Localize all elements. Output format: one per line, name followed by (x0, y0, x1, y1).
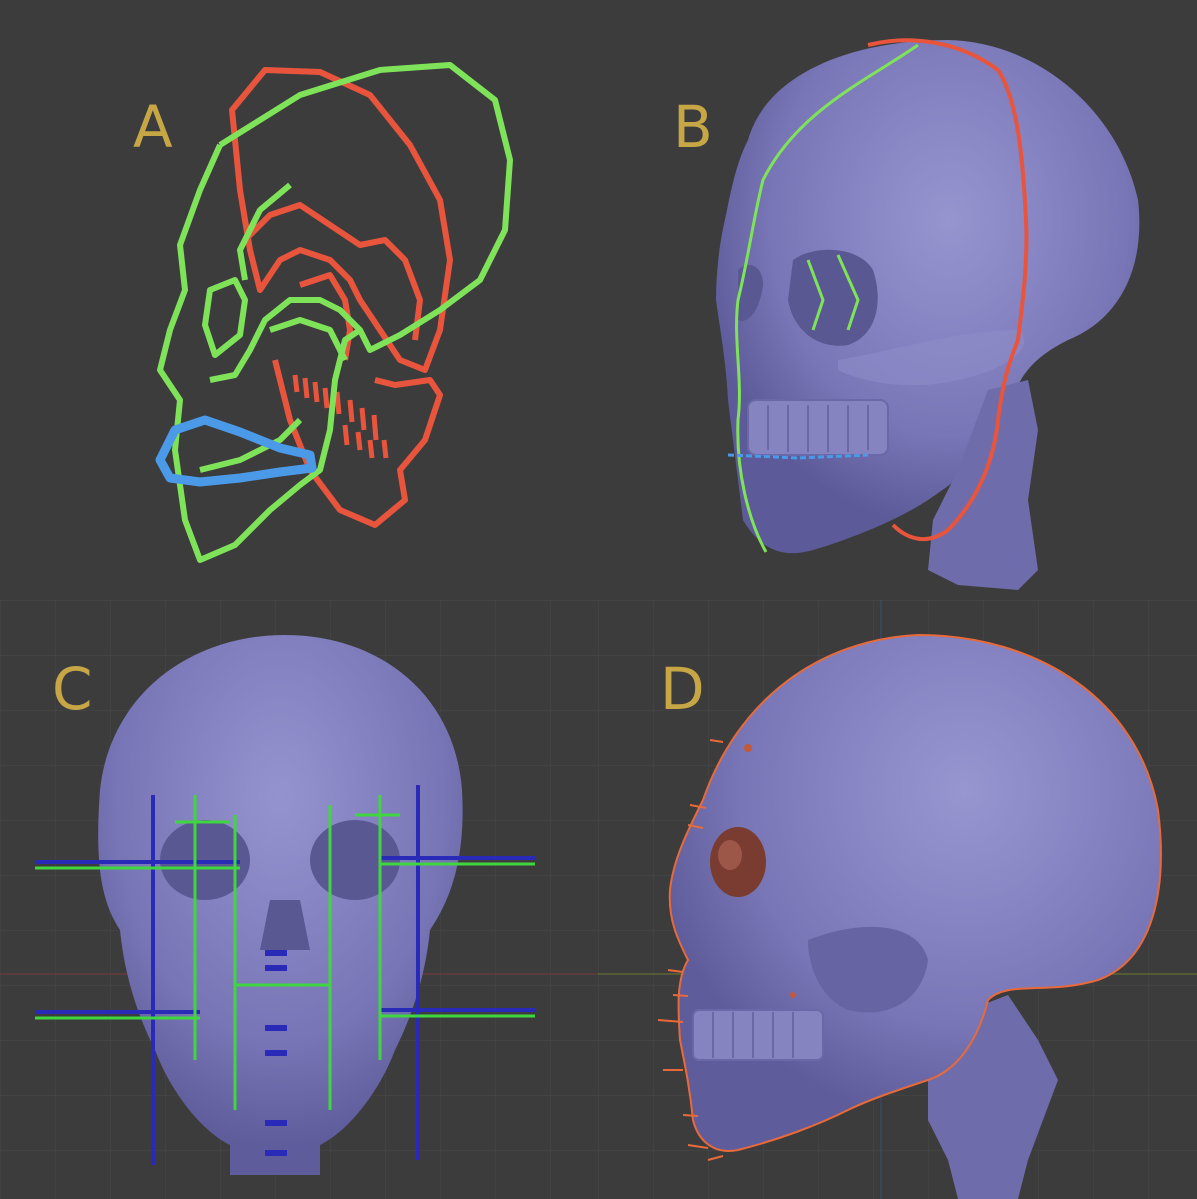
panel-b-label: B (673, 93, 713, 161)
panel-d-label: D (660, 655, 705, 723)
red-skull-outline (229, 67, 453, 528)
panel-c-label: C (52, 655, 93, 723)
eye-sphere-highlight (718, 840, 742, 870)
panel-b: B (598, 0, 1197, 600)
panel-c: C (0, 600, 598, 1199)
teeth-row (747, 399, 889, 456)
panel-a-outlines (155, 62, 513, 563)
red-teeth (292, 374, 389, 459)
landmark-dot-2 (790, 992, 796, 998)
panel-a-label: A (133, 93, 173, 161)
panel-b-skull (716, 38, 1140, 590)
landmark-dot (744, 744, 752, 752)
figure-canvas: A B C D (0, 0, 1197, 1199)
teeth-row-d (692, 1009, 824, 1061)
green-skull-outline (157, 62, 513, 563)
panel-d: D (598, 600, 1197, 1199)
panel-a: A (0, 0, 598, 600)
cranium-shape (716, 40, 1140, 554)
